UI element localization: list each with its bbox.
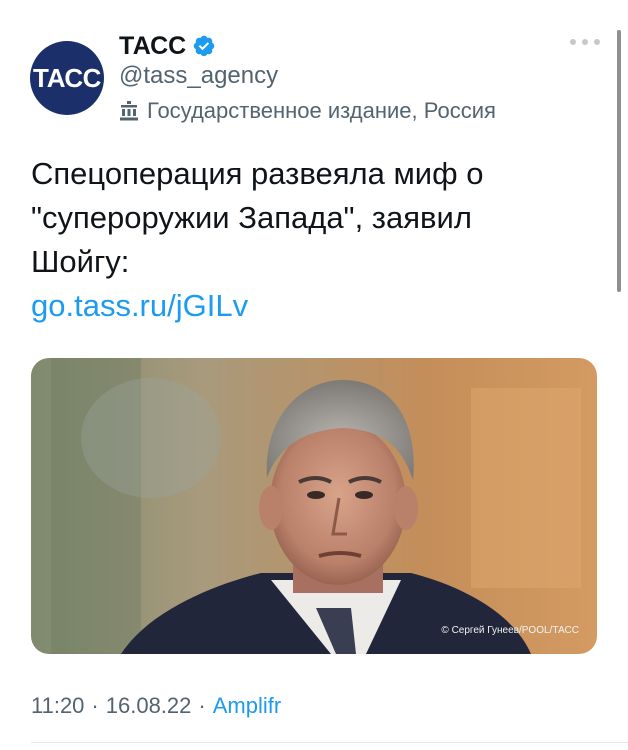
scrollbar[interactable] (617, 30, 621, 292)
more-dot (582, 39, 588, 45)
more-options-icon[interactable] (570, 34, 600, 50)
tweet-text-line: Спецоперация развеяла миф о (31, 156, 484, 191)
tweet-text-line: "супероружии Запада", заявил (31, 200, 472, 235)
more-dot (570, 39, 576, 45)
avatar[interactable]: ТАСС (30, 41, 104, 115)
tweet-text: Спецоперация развеяла миф о "супероружии… (31, 152, 591, 328)
tweet-text-line: Шойгу: (31, 244, 130, 279)
state-media-icon (120, 101, 138, 121)
account-label-text: Государственное издание, Россия (147, 98, 496, 123)
verified-badge-icon (194, 35, 215, 57)
tweet-media-photo[interactable]: © Сергей Гунеев/POOL/ТАСС (31, 358, 597, 654)
meta-separator: · (198, 693, 206, 718)
account-label[interactable]: Государственное издание, Россия (119, 96, 496, 126)
account-handle[interactable]: @tass_agency (119, 61, 278, 91)
display-name-row: ТАСС (119, 31, 216, 61)
tweet-time[interactable]: 11:20 (31, 691, 84, 721)
meta-separator: · (91, 693, 99, 718)
tweet-link[interactable]: go.tass.ru/jGILv (31, 284, 591, 328)
tweet-source-link[interactable]: Amplifr (213, 691, 281, 721)
tweet-date[interactable]: 16.08.22 (106, 691, 192, 721)
photo-credit: © Сергей Гунеев/POOL/ТАСС (441, 625, 579, 636)
portrait-photo (31, 358, 597, 654)
avatar-logo-text: ТАСС (33, 63, 101, 93)
tweet-meta: 11:20 · 16.08.22 · Amplifr (31, 691, 281, 721)
display-name[interactable]: ТАСС (119, 31, 186, 61)
divider (31, 742, 628, 743)
more-dot (594, 39, 600, 45)
